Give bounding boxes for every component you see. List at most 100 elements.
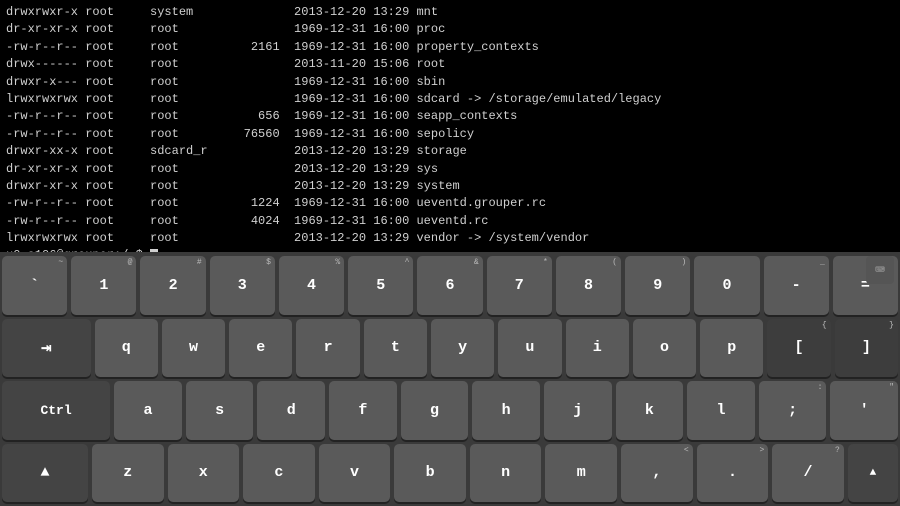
key-r[interactable]: r (296, 319, 359, 378)
key-_[interactable]: ;: (759, 381, 827, 440)
key-l[interactable]: l (687, 381, 755, 440)
terminal-line: -rw-r--r-- root root 656 1969-12-31 16:0… (6, 109, 517, 123)
key-Ctrl[interactable]: Ctrl (2, 381, 110, 440)
key-a[interactable]: a (114, 381, 182, 440)
key-label: x (199, 464, 208, 481)
key-f[interactable]: f (329, 381, 397, 440)
key-q[interactable]: q (95, 319, 158, 378)
key-sub-label: $ (266, 258, 271, 267)
key-label: ` (30, 277, 39, 294)
key-label: p (727, 339, 736, 356)
terminal-line: lrwxrwxrwx root root 2013-12-20 13:29 ve… (6, 231, 589, 245)
key-label: e (256, 339, 265, 356)
key-t[interactable]: t (364, 319, 427, 378)
key-label: s (215, 402, 224, 419)
key-v[interactable]: v (319, 444, 391, 503)
key-label: v (350, 464, 359, 481)
key-label: b (426, 464, 435, 481)
key-sub-label: } (889, 321, 894, 330)
key-j[interactable]: j (544, 381, 612, 440)
key-m[interactable]: m (545, 444, 617, 503)
key-label: / (804, 464, 813, 481)
key-_[interactable]: ⇥ (2, 319, 91, 378)
key-0[interactable]: 0 (694, 256, 759, 315)
keyboard-container: ⌨ `~1@2#3$4%5^6&7*8(9)0-_=+⇥qwertyuiop[{… (0, 252, 900, 506)
key-label: u (525, 339, 534, 356)
key-_[interactable]: [{ (767, 319, 830, 378)
key-sub-label: @ (128, 258, 133, 267)
key-d[interactable]: d (257, 381, 325, 440)
key-label: o (660, 339, 669, 356)
key-label: w (189, 339, 198, 356)
keyboard-row-4: ▲zxcvbnm,<.>/?▲ (2, 444, 898, 503)
key-7[interactable]: 7* (487, 256, 552, 315)
key-_[interactable]: `~ (2, 256, 67, 315)
key-sub-label: { (822, 321, 827, 330)
key-label: 5 (376, 277, 385, 294)
key-label: 0 (722, 277, 731, 294)
key-2[interactable]: 2# (140, 256, 205, 315)
key-sub-label: ^ (405, 258, 410, 267)
key-label: k (645, 402, 654, 419)
key-label: i (593, 339, 602, 356)
key-i[interactable]: i (566, 319, 629, 378)
key-label: r (324, 339, 333, 356)
key-label: n (501, 464, 510, 481)
key-label: 6 (446, 277, 455, 294)
key-label: ▲ (40, 464, 49, 481)
key-z[interactable]: z (92, 444, 164, 503)
key-_[interactable]: ▲ (848, 444, 898, 503)
keyboard-row-1: `~1@2#3$4%5^6&7*8(9)0-_=+ (2, 256, 898, 315)
key-label: l (716, 402, 725, 419)
key-label: 3 (238, 277, 247, 294)
key-4[interactable]: 4% (279, 256, 344, 315)
key-o[interactable]: o (633, 319, 696, 378)
key-_[interactable]: /? (772, 444, 844, 503)
key-h[interactable]: h (472, 381, 540, 440)
keyboard-row-2: ⇥q w e r ty u i o p [{]} (2, 319, 898, 378)
key-label: ▲ (870, 467, 877, 479)
key-label: - (792, 277, 801, 294)
key-e[interactable]: e (229, 319, 292, 378)
key-sub-label: ~ (58, 258, 63, 267)
key-8[interactable]: 8( (556, 256, 621, 315)
key-w[interactable]: w (162, 319, 225, 378)
terminal-line: -rw-r--r-- root root 76560 1969-12-31 16… (6, 127, 474, 141)
key-sub-label: ? (835, 446, 840, 455)
key-label: a (143, 402, 152, 419)
key-label: z (123, 464, 132, 481)
key-label: Ctrl (40, 403, 71, 418)
key-k[interactable]: k (616, 381, 684, 440)
key-sub-label: * (543, 258, 548, 267)
key-_[interactable]: ▲ (2, 444, 88, 503)
key-s[interactable]: s (186, 381, 254, 440)
key-sub-label: _ (820, 258, 825, 267)
key-1[interactable]: 1@ (71, 256, 136, 315)
key-_[interactable]: .> (697, 444, 769, 503)
key-6[interactable]: 6& (417, 256, 482, 315)
key-g[interactable]: g (401, 381, 469, 440)
key-n[interactable]: n (470, 444, 542, 503)
key-label: f (358, 402, 367, 419)
key-_[interactable]: -_ (764, 256, 829, 315)
key-p[interactable]: p (700, 319, 763, 378)
key-_[interactable]: ]} (835, 319, 898, 378)
key-b[interactable]: b (394, 444, 466, 503)
terminal-line: -rw-r--r-- root root 4024 1969-12-31 16:… (6, 214, 488, 228)
key-_[interactable]: '" (830, 381, 898, 440)
key-u[interactable]: u (498, 319, 561, 378)
terminal-line: dr-xr-xr-x root root 1969-12-31 16:00 pr… (6, 22, 445, 36)
key-5[interactable]: 5^ (348, 256, 413, 315)
key-_[interactable]: ,< (621, 444, 693, 503)
keyboard-logo-icon: ⌨ (866, 256, 894, 284)
key-sub-label: % (335, 258, 340, 267)
key-3[interactable]: 3$ (210, 256, 275, 315)
key-label: ; (788, 402, 797, 419)
key-c[interactable]: c (243, 444, 315, 503)
key-x[interactable]: x (168, 444, 240, 503)
key-sub-label: < (684, 446, 689, 455)
key-y[interactable]: y (431, 319, 494, 378)
key-9[interactable]: 9) (625, 256, 690, 315)
terminal-output: drwxrwxr-x root system 2013-12-20 13:29 … (0, 0, 900, 252)
terminal-line: lrwxrwxrwx root root 1969-12-31 16:00 sd… (6, 92, 661, 106)
